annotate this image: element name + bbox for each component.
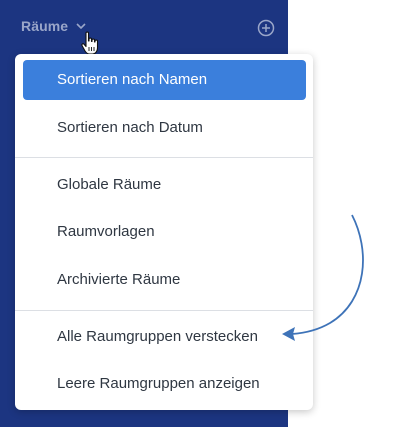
chevron-down-icon[interactable] bbox=[75, 21, 87, 31]
menu-item-archived-rooms[interactable]: Archivierte Räume bbox=[23, 260, 306, 300]
menu-item-hide-all-room-groups[interactable]: Alle Raumgruppen verstecken bbox=[23, 317, 306, 357]
rooms-section-label[interactable]: Räume bbox=[21, 18, 68, 34]
menu-item-show-empty-room-groups[interactable]: Leere Raumgruppen anzeigen bbox=[23, 364, 306, 404]
menu-item-sort-by-date[interactable]: Sortieren nach Datum bbox=[23, 108, 306, 148]
annotation-arrow-icon bbox=[282, 214, 364, 341]
menu-divider bbox=[15, 310, 313, 311]
sidebar-header: Räume bbox=[0, 0, 288, 56]
plus-circle-icon[interactable] bbox=[256, 18, 276, 38]
menu-item-global-rooms[interactable]: Globale Räume bbox=[23, 165, 306, 205]
menu-item-sort-by-name[interactable]: Sortieren nach Namen bbox=[23, 60, 306, 100]
menu-divider bbox=[15, 157, 313, 158]
sort-options-dropdown-menu: Sortieren nach Namen Sortieren nach Datu… bbox=[15, 54, 313, 410]
menu-item-room-templates[interactable]: Raumvorlagen bbox=[23, 212, 306, 252]
